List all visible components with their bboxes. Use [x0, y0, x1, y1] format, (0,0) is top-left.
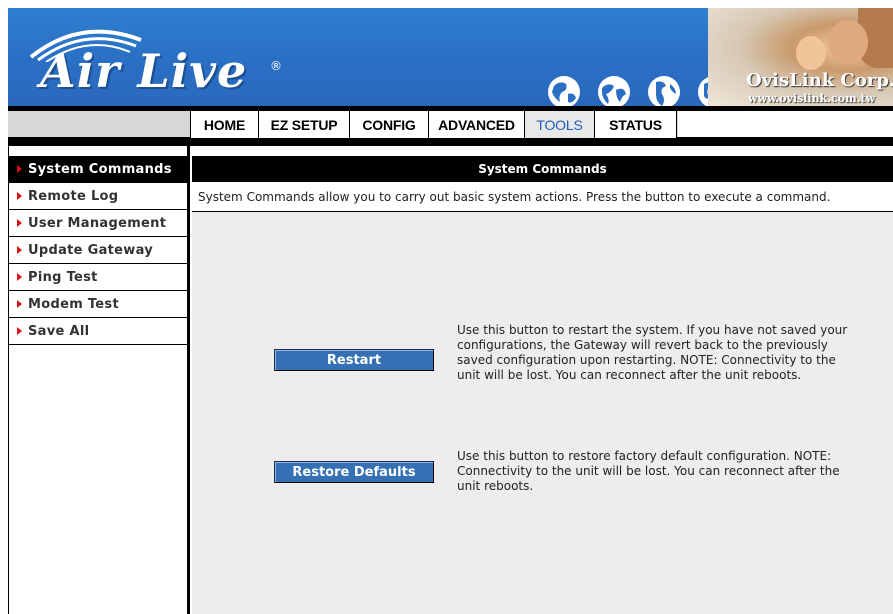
globe-icon — [648, 76, 680, 106]
sidebar-item-label: System Commands — [28, 161, 172, 177]
sidebar-divider — [187, 146, 190, 614]
sidebar-item-label: User Management — [28, 215, 167, 231]
arrow-right-icon — [17, 273, 22, 281]
main-nav-tabs: HOME EZ SETUP CONFIG ADVANCED TOOLS STAT… — [190, 111, 677, 138]
arrow-right-icon — [17, 219, 22, 227]
nav-bar-filler — [678, 111, 893, 138]
restore-defaults-note: Use this button to restore factory defau… — [457, 449, 840, 493]
page-title: System Commands — [192, 156, 893, 182]
restart-button[interactable]: Restart — [274, 349, 434, 371]
sidebar-item-label: Ping Test — [28, 269, 98, 285]
sidebar-item-system-commands[interactable]: System Commands — [9, 156, 189, 183]
restart-note: Use this button to restart the system. I… — [457, 323, 848, 382]
main-panel: System Commands System Commands allow yo… — [192, 146, 893, 614]
sidebar-item-label: Remote Log — [28, 188, 119, 204]
tab-status[interactable]: STATUS — [595, 111, 677, 138]
sidebar: System Commands Remote Log User Manageme… — [8, 146, 190, 614]
sidebar-item-label: Save All — [28, 323, 90, 339]
airlive-logo: Air Live — [40, 44, 248, 98]
arrow-right-icon — [17, 246, 22, 254]
tab-ez-setup[interactable]: EZ SETUP — [259, 111, 350, 138]
sidebar-item-ping-test[interactable]: Ping Test — [9, 264, 189, 291]
header-banner: Air Live ® OvisLink Corp. www.ovislink.c… — [8, 8, 893, 106]
tab-tools[interactable]: TOOLS — [525, 111, 595, 138]
arrow-right-icon — [17, 165, 22, 173]
tab-config[interactable]: CONFIG — [350, 111, 429, 138]
corp-name: OvisLink Corp. — [746, 70, 893, 91]
arrow-right-icon — [17, 327, 22, 335]
sidebar-item-user-management[interactable]: User Management — [9, 210, 189, 237]
sidebar-item-modem-test[interactable]: Modem Test — [9, 291, 189, 318]
sidebar-item-save-all[interactable]: Save All — [9, 318, 189, 345]
sidebar-item-label: Modem Test — [28, 296, 119, 312]
arrow-right-icon — [17, 192, 22, 200]
tab-advanced[interactable]: ADVANCED — [429, 111, 525, 138]
corp-url: www.ovislink.com.tw — [748, 92, 876, 105]
registered-mark: ® — [270, 59, 282, 73]
sidebar-item-remote-log[interactable]: Remote Log — [9, 183, 189, 210]
arrow-right-icon — [17, 300, 22, 308]
globe-icon — [548, 76, 580, 106]
sidebar-item-label: Update Gateway — [28, 242, 154, 258]
page: Air Live ® OvisLink Corp. www.ovislink.c… — [0, 0, 893, 614]
tab-home[interactable]: HOME — [191, 111, 259, 138]
page-description: System Commands allow you to carry out b… — [192, 182, 893, 212]
restore-defaults-button[interactable]: Restore Defaults — [274, 461, 434, 483]
globe-row — [546, 74, 732, 106]
globe-icon — [598, 76, 630, 106]
sidebar-item-update-gateway[interactable]: Update Gateway — [9, 237, 189, 264]
divider — [8, 138, 893, 146]
